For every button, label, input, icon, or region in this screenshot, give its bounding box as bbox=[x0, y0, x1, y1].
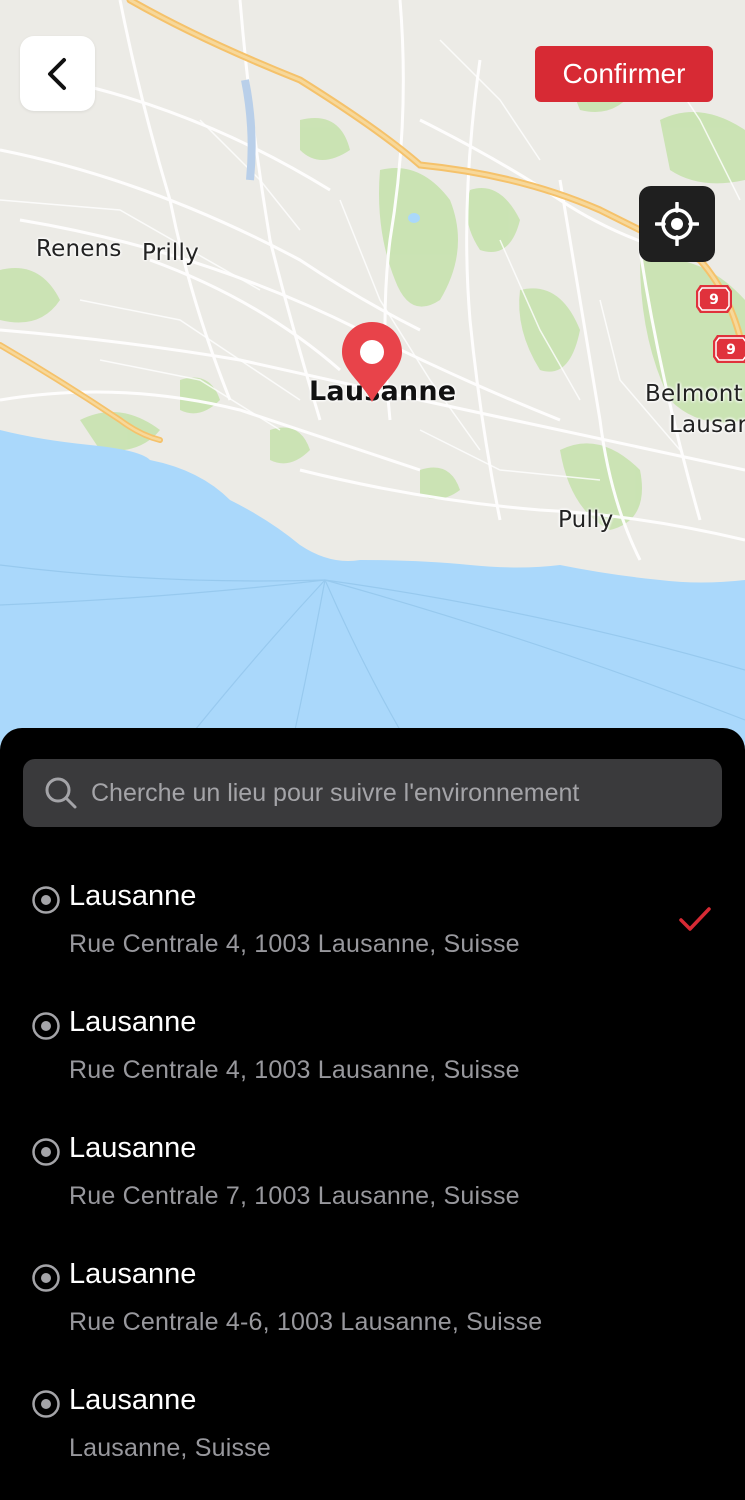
location-pin-icon[interactable] bbox=[340, 320, 404, 404]
list-item[interactable]: Lausanne Rue Centrale 4, 1003 Lausanne, … bbox=[0, 994, 745, 1114]
map-label-pully: Pully bbox=[558, 507, 614, 533]
highway-shield-number: 9 bbox=[726, 342, 736, 358]
location-dot-icon bbox=[32, 1264, 60, 1292]
result-title: Lausanne bbox=[69, 1384, 197, 1416]
result-address: Rue Centrale 4, 1003 Lausanne, Suisse bbox=[69, 930, 520, 958]
locate-me-button[interactable] bbox=[639, 186, 715, 262]
crosshair-icon bbox=[655, 202, 699, 246]
location-dot-icon bbox=[32, 1138, 60, 1166]
list-item[interactable]: Lausanne Rue Centrale 7, 1003 Lausanne, … bbox=[0, 1120, 745, 1240]
checkmark-icon bbox=[679, 907, 711, 931]
highway-shield-icon: 9 bbox=[696, 285, 732, 313]
highway-shield-icon: 9 bbox=[713, 335, 745, 363]
location-dot-icon bbox=[32, 1012, 60, 1040]
list-item[interactable]: Lausanne Rue Centrale 4, 1003 Lausanne, … bbox=[0, 868, 745, 988]
location-dot-icon bbox=[32, 886, 60, 914]
list-item[interactable]: Lausanne Rue Centrale 4-6, 1003 Lausanne… bbox=[0, 1246, 745, 1366]
map-label-renens: Renens bbox=[36, 236, 122, 262]
result-address: Lausanne, Suisse bbox=[69, 1434, 271, 1462]
result-title: Lausanne bbox=[69, 1258, 197, 1290]
confirm-button[interactable]: Confirmer bbox=[535, 46, 713, 102]
result-address: Rue Centrale 4, 1003 Lausanne, Suisse bbox=[69, 1056, 520, 1084]
map-view[interactable]: Renens Prilly Lausanne Belmont Lausar Pu… bbox=[0, 0, 745, 760]
result-title: Lausanne bbox=[69, 880, 197, 912]
search-input[interactable] bbox=[91, 778, 691, 808]
location-dot-icon bbox=[32, 1390, 60, 1418]
result-address: Rue Centrale 7, 1003 Lausanne, Suisse bbox=[69, 1182, 520, 1210]
location-search-sheet: Lausanne Rue Centrale 4, 1003 Lausanne, … bbox=[0, 728, 745, 1500]
back-button[interactable] bbox=[20, 36, 95, 111]
list-item[interactable]: Lausanne Lausanne, Suisse bbox=[0, 1372, 745, 1492]
result-address: Rue Centrale 4-6, 1003 Lausanne, Suisse bbox=[69, 1308, 543, 1336]
map-label-prilly: Prilly bbox=[142, 240, 199, 266]
chevron-left-icon bbox=[47, 57, 66, 90]
search-bar[interactable] bbox=[23, 759, 722, 827]
result-title: Lausanne bbox=[69, 1132, 197, 1164]
map-label-belmont-lausanne: Lausar bbox=[669, 412, 745, 438]
map-label-belmont: Belmont bbox=[645, 381, 743, 407]
result-title: Lausanne bbox=[69, 1006, 197, 1038]
search-icon bbox=[45, 777, 77, 809]
highway-shield-number: 9 bbox=[709, 292, 719, 308]
